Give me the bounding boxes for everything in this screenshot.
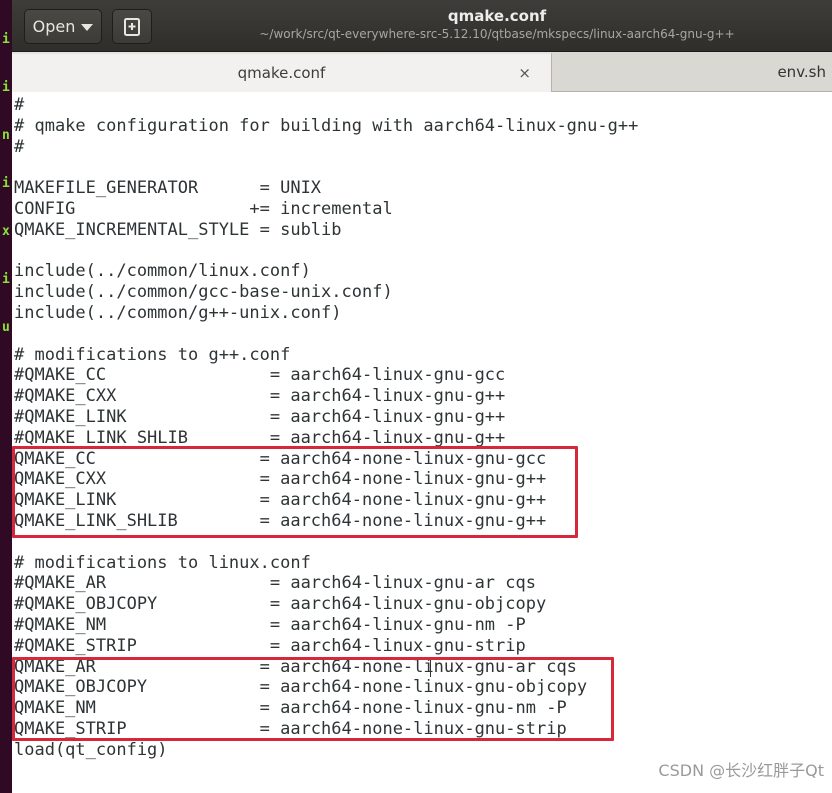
new-document-button[interactable] bbox=[112, 9, 152, 44]
text-editor[interactable]: # # qmake configuration for building with… bbox=[12, 93, 832, 793]
code-line: # bbox=[14, 95, 25, 115]
terminal-char: u bbox=[2, 320, 10, 335]
window-title: qmake.conf bbox=[447, 7, 547, 25]
terminal-char: i bbox=[2, 32, 10, 47]
code-line: #QMAKE_STRIP = aarch64-linux-gnu-strip bbox=[14, 635, 526, 656]
terminal-char: i bbox=[2, 272, 10, 287]
open-button[interactable]: Open bbox=[24, 9, 102, 44]
highlight-box-compilers bbox=[12, 446, 578, 538]
window-subtitle-path: ~/work/src/qt-everywhere-src-5.12.10/qtb… bbox=[259, 27, 735, 41]
chevron-down-icon bbox=[81, 24, 94, 31]
code-line: include(../common/linux.conf) bbox=[14, 261, 311, 282]
tab-label: env.sh bbox=[777, 63, 826, 81]
code-line: MAKEFILE_GENERATOR = UNIX bbox=[14, 178, 322, 199]
tab-env-sh[interactable]: env.sh bbox=[557, 52, 832, 92]
code-line: CONFIG += incremental bbox=[14, 198, 393, 219]
watermark-text: CSDN @长沙红胖子Qt bbox=[658, 761, 824, 780]
code-line: include(../common/g++-unix.conf) bbox=[14, 302, 342, 323]
terminal-char: i bbox=[2, 80, 10, 95]
tab-label: qmake.conf bbox=[237, 64, 326, 82]
terminal-background-strip: i i n i x i u bbox=[0, 0, 12, 793]
code-line: #QMAKE_CXX = aarch64-linux-gnu-g++ bbox=[14, 386, 506, 407]
code-line: # modifications to linux.conf bbox=[14, 552, 311, 573]
open-button-label: Open bbox=[32, 17, 76, 36]
code-line: include(../common/gcc-base-unix.conf) bbox=[14, 282, 393, 303]
code-line: # qmake configuration for building with … bbox=[14, 115, 639, 136]
code-line: #QMAKE_LINK = aarch64-linux-gnu-g++ bbox=[14, 406, 506, 427]
code-line: # modifications to g++.conf bbox=[14, 344, 291, 365]
terminal-char: i bbox=[2, 176, 10, 191]
code-line: #QMAKE_AR = aarch64-linux-gnu-ar cqs bbox=[14, 573, 536, 594]
header-bar: Open qmake.conf ~/work/src/qt-everywhere… bbox=[12, 0, 832, 52]
code-line: #QMAKE_NM = aarch64-linux-gnu-nm -P bbox=[14, 614, 526, 635]
terminal-char: n bbox=[2, 128, 10, 143]
new-document-icon bbox=[124, 17, 140, 36]
code-line: # bbox=[14, 136, 25, 157]
terminal-text: i i n i x i u bbox=[2, 0, 12, 368]
terminal-char: x bbox=[2, 224, 10, 239]
code-line: #QMAKE_CC = aarch64-linux-gnu-gcc bbox=[14, 365, 506, 386]
close-icon[interactable]: × bbox=[518, 64, 531, 82]
tab-bar: qmake.conf × env.sh bbox=[12, 52, 832, 92]
code-line: #QMAKE_OBJCOPY = aarch64-linux-gnu-objco… bbox=[14, 594, 547, 615]
window-title-area: qmake.conf ~/work/src/qt-everywhere-src-… bbox=[162, 6, 832, 42]
code-line: load(qt_config) bbox=[14, 739, 168, 760]
highlight-box-binutils bbox=[12, 657, 614, 741]
code-line: QMAKE_INCREMENTAL_STYLE = sublib bbox=[14, 219, 342, 240]
tab-qmake-conf[interactable]: qmake.conf × bbox=[12, 52, 552, 92]
